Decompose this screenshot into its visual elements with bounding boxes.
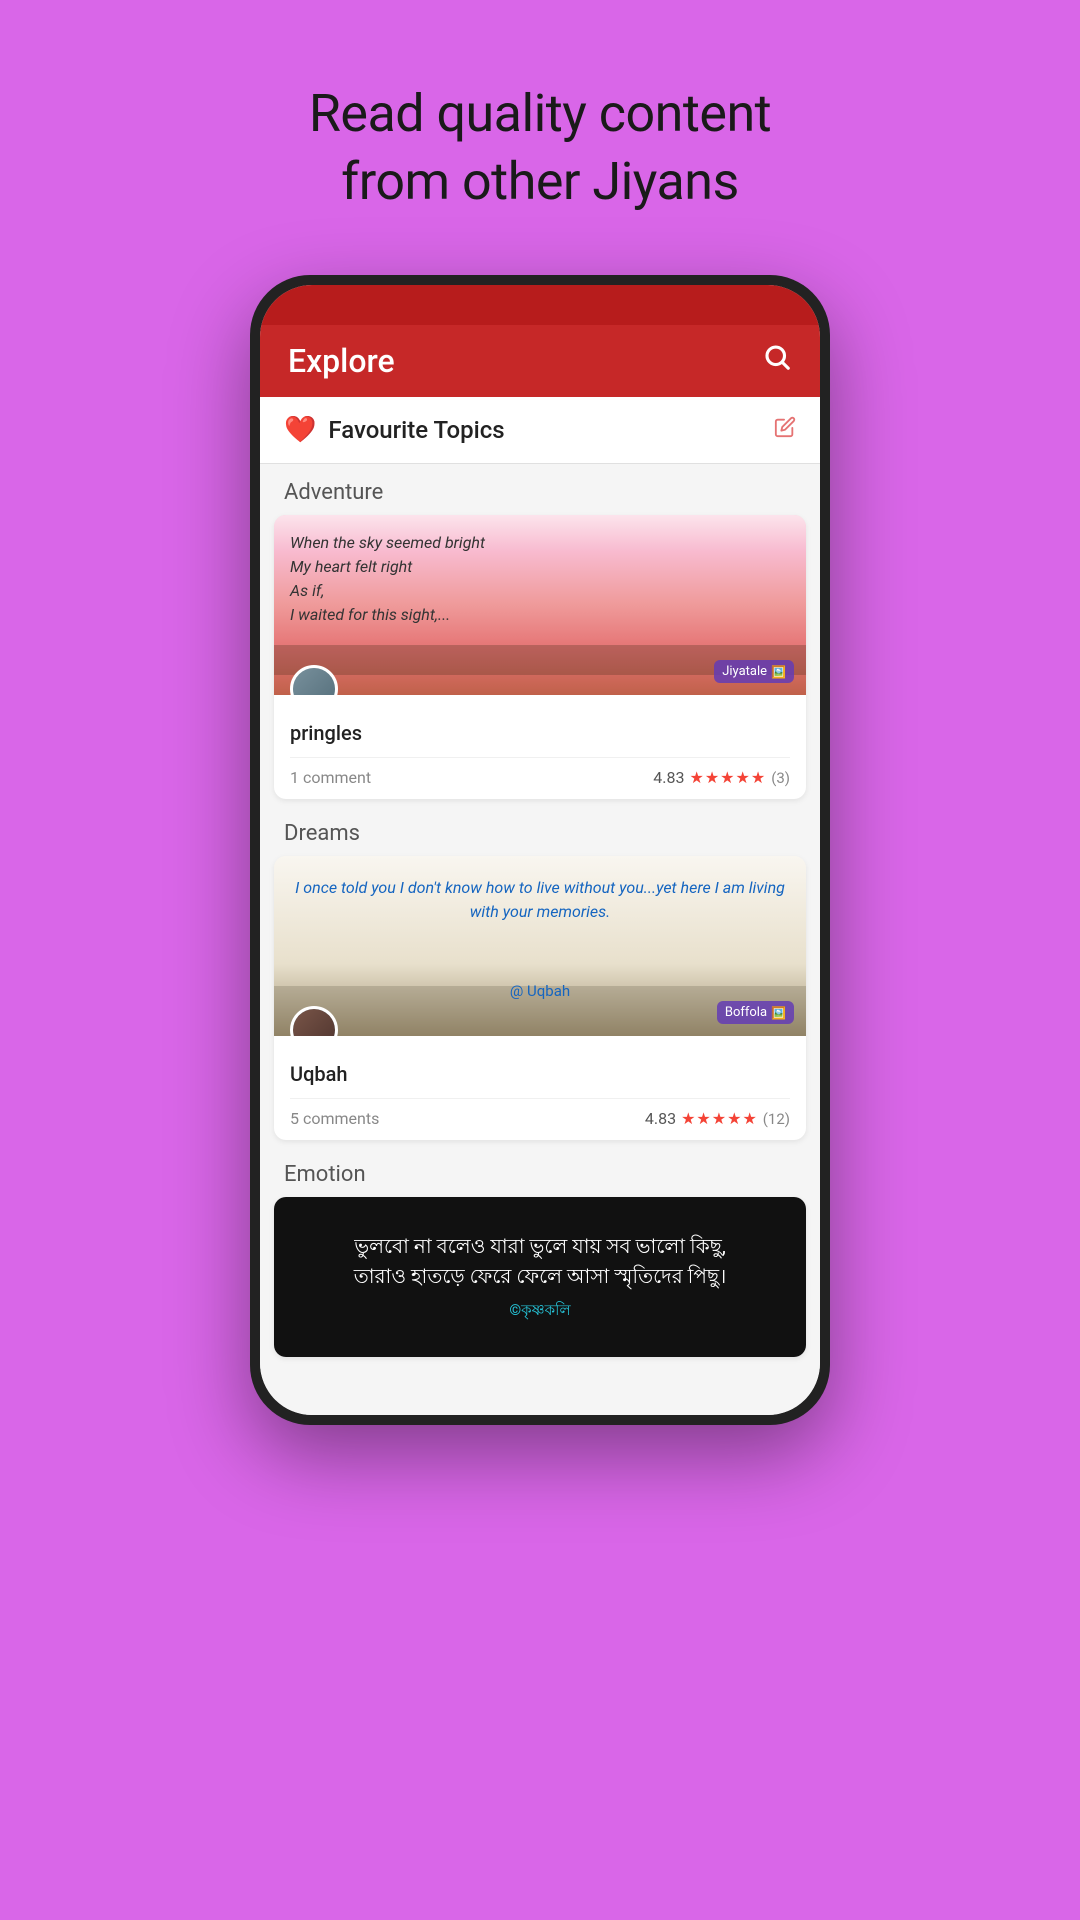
- emotion-author: ©কৃষ্ণকলি: [338, 1299, 742, 1324]
- dreams-brand-name: Boffola: [725, 1005, 767, 1020]
- notch: [260, 285, 820, 297]
- dreams-rating: 4.83 ★★★★★ (12): [645, 1109, 790, 1128]
- headline-text: Read quality content from other Jiyans: [309, 80, 771, 215]
- dreams-bg: I once told you I don't know how to live…: [274, 856, 806, 1036]
- adventure-username: pringles: [290, 721, 790, 745]
- emotion-card-image: ভুলবো না বলেও যারা ভুলে যায় সব ভালো কিছ…: [274, 1197, 806, 1357]
- emotion-card[interactable]: ভুলবো না বলেও যারা ভুলে যায় সব ভালো কিছ…: [274, 1197, 806, 1357]
- adventure-card-body: pringles 1 comment 4.83 ★★★★★ (3): [274, 695, 806, 799]
- dreams-quote-author: @ Uqbah: [274, 982, 806, 1000]
- phone-mockup: Explore ❤️ Favourite Topics: [250, 275, 830, 1425]
- dreams-brand-icon: 🖼️: [771, 1006, 786, 1020]
- search-icon[interactable]: [762, 342, 792, 380]
- favourite-topics-header: ❤️ Favourite Topics: [260, 397, 820, 464]
- adventure-card-image: When the sky seemed bright My heart felt…: [274, 515, 806, 695]
- dreams-stars: ★★★★★: [681, 1109, 758, 1128]
- dreams-rating-count: (12): [763, 1110, 790, 1128]
- dreams-rating-value: 4.83: [645, 1109, 676, 1128]
- headline-line2: from other Jiyans: [341, 151, 739, 212]
- favourite-topics-title: Favourite Topics: [328, 416, 504, 444]
- adventure-stars: ★★★★★: [689, 768, 766, 787]
- dreams-label: Dreams: [260, 805, 820, 856]
- edit-icon[interactable]: [774, 416, 796, 444]
- dreams-username: Uqbah: [290, 1062, 790, 1086]
- dreams-card-footer: 5 comments 4.83 ★★★★★ (12): [290, 1098, 790, 1128]
- adventure-rating-value: 4.83: [653, 768, 684, 787]
- adventure-card[interactable]: When the sky seemed bright My heart felt…: [274, 515, 806, 799]
- adventure-label: Adventure: [260, 464, 820, 515]
- status-bar: [260, 297, 820, 325]
- sections-scroll[interactable]: Adventure When the sky seemed bright My: [260, 464, 820, 1415]
- adventure-poem: When the sky seemed bright My heart felt…: [290, 531, 485, 627]
- adventure-rating: 4.83 ★★★★★ (3): [653, 768, 790, 787]
- dreams-card[interactable]: I once told you I don't know how to live…: [274, 856, 806, 1140]
- adventure-rating-count: (3): [771, 769, 790, 787]
- heart-icon: ❤️: [284, 415, 316, 445]
- adventure-brand-badge: Jiyatale 🖼️: [714, 660, 794, 683]
- emotion-label: Emotion: [260, 1146, 820, 1197]
- app-header: Explore: [260, 325, 820, 397]
- adventure-comments: 1 comment: [290, 768, 371, 787]
- emotion-section: Emotion ভুলবো না বলেও যারা ভুলে যায় সব …: [260, 1146, 820, 1357]
- adventure-section: Adventure When the sky seemed bright My: [260, 464, 820, 799]
- headline-line1: Read quality content: [309, 83, 771, 144]
- dreams-quote-text: I once told you I don't know how to live…: [274, 876, 806, 924]
- app-header-title: Explore: [288, 342, 395, 380]
- adventure-brand-icon: 🖼️: [771, 665, 786, 679]
- dreams-comments: 5 comments: [290, 1109, 379, 1128]
- adventure-card-footer: 1 comment 4.83 ★★★★★ (3): [290, 757, 790, 787]
- dreams-card-image: I once told you I don't know how to live…: [274, 856, 806, 1036]
- dreams-brand-badge: Boffola 🖼️: [717, 1001, 794, 1024]
- adventure-brand-name: Jiyatale: [722, 664, 767, 679]
- adventure-bg: When the sky seemed bright My heart felt…: [274, 515, 806, 695]
- dreams-section: Dreams I once told you I don't know how …: [260, 805, 820, 1140]
- content-area: ❤️ Favourite Topics Adventure: [260, 397, 820, 1415]
- fav-header-left: ❤️ Favourite Topics: [284, 415, 505, 445]
- dreams-card-body: Uqbah 5 comments 4.83 ★★★★★ (12): [274, 1036, 806, 1140]
- emotion-bengali-text: ভুলবো না বলেও যারা ভুলে যায় সব ভালো কিছ…: [338, 1231, 742, 1291]
